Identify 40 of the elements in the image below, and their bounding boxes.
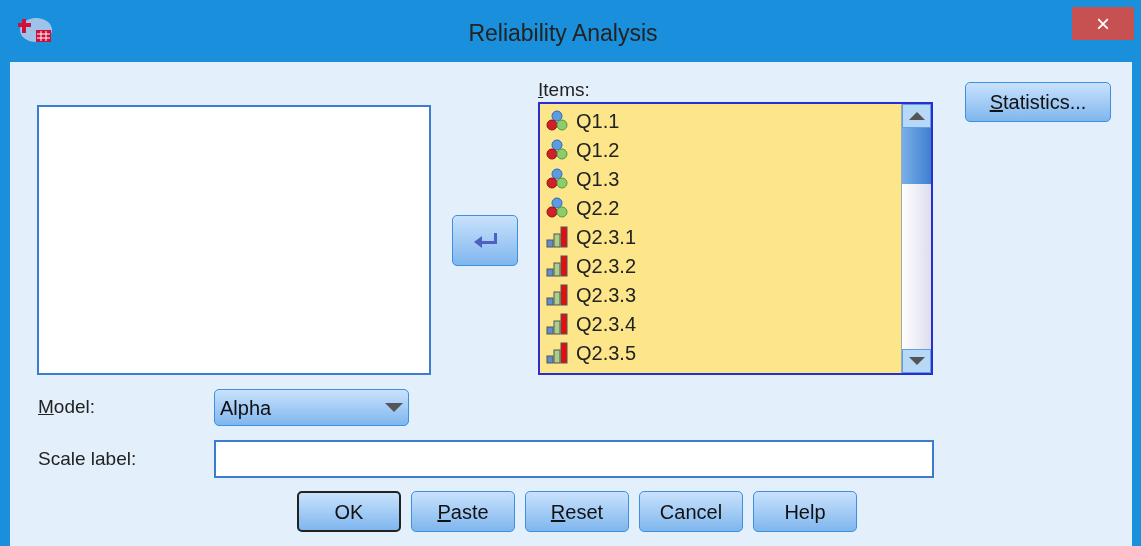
close-button[interactable]: × — [1072, 7, 1134, 40]
dialog-button[interactable]: Help — [753, 491, 857, 532]
ordinal-icon — [546, 312, 568, 335]
nominal-icon — [546, 109, 568, 132]
dialog-button[interactable]: OK — [297, 491, 401, 532]
items-label: Items: — [538, 78, 591, 102]
model-dropdown[interactable]: Alpha — [214, 389, 409, 426]
list-item[interactable]: Q2.3.1 — [576, 221, 637, 252]
scroll-thumb[interactable] — [902, 128, 931, 184]
list-item[interactable]: Q1.3 — [576, 163, 620, 194]
dialog-button[interactable]: Paste — [411, 491, 515, 532]
window-title: Reliability Analysis — [467, 19, 659, 48]
source-list[interactable] — [37, 105, 431, 375]
caret-icon — [385, 403, 403, 412]
nominal-icon — [546, 196, 568, 219]
list-item[interactable]: Q1.2 — [576, 134, 620, 165]
list-item[interactable]: Q2.3.4 — [576, 308, 637, 339]
ordinal-icon — [546, 283, 568, 306]
scrollbar[interactable] — [901, 104, 931, 373]
ordinal-icon — [546, 254, 568, 277]
list-item[interactable]: Q1.1 — [576, 105, 620, 136]
nominal-icon — [546, 167, 568, 190]
ordinal-icon — [546, 225, 568, 248]
list-item[interactable]: Q2.3.5 — [576, 337, 637, 368]
scroll-down-icon[interactable] — [902, 349, 931, 373]
list-item[interactable]: Q2.3.3 — [576, 279, 637, 310]
dialog-button[interactable]: Cancel — [639, 491, 743, 532]
model-label: Model: — [38, 395, 97, 420]
scale-label: Scale label: — [38, 446, 138, 471]
statistics-button[interactable]: Statistics... — [965, 82, 1111, 122]
list-item[interactable]: Q2.3.2 — [576, 250, 637, 281]
dialog-button[interactable]: Reset — [525, 491, 629, 532]
scale-label-field[interactable] — [214, 440, 934, 478]
items-list[interactable]: Q1.1 Q1.2 Q1.3 Q2.2 Q2.3.1 Q2.3.2 Q2.3.3 Q2.3.4 Q2.3.5 — [538, 102, 933, 375]
nominal-icon — [546, 138, 568, 161]
move-button[interactable] — [452, 215, 518, 266]
ordinal-icon — [546, 341, 568, 364]
list-item[interactable]: Q2.2 — [576, 192, 620, 223]
scroll-up-icon[interactable] — [902, 104, 931, 128]
arrow-left-icon — [473, 231, 497, 250]
